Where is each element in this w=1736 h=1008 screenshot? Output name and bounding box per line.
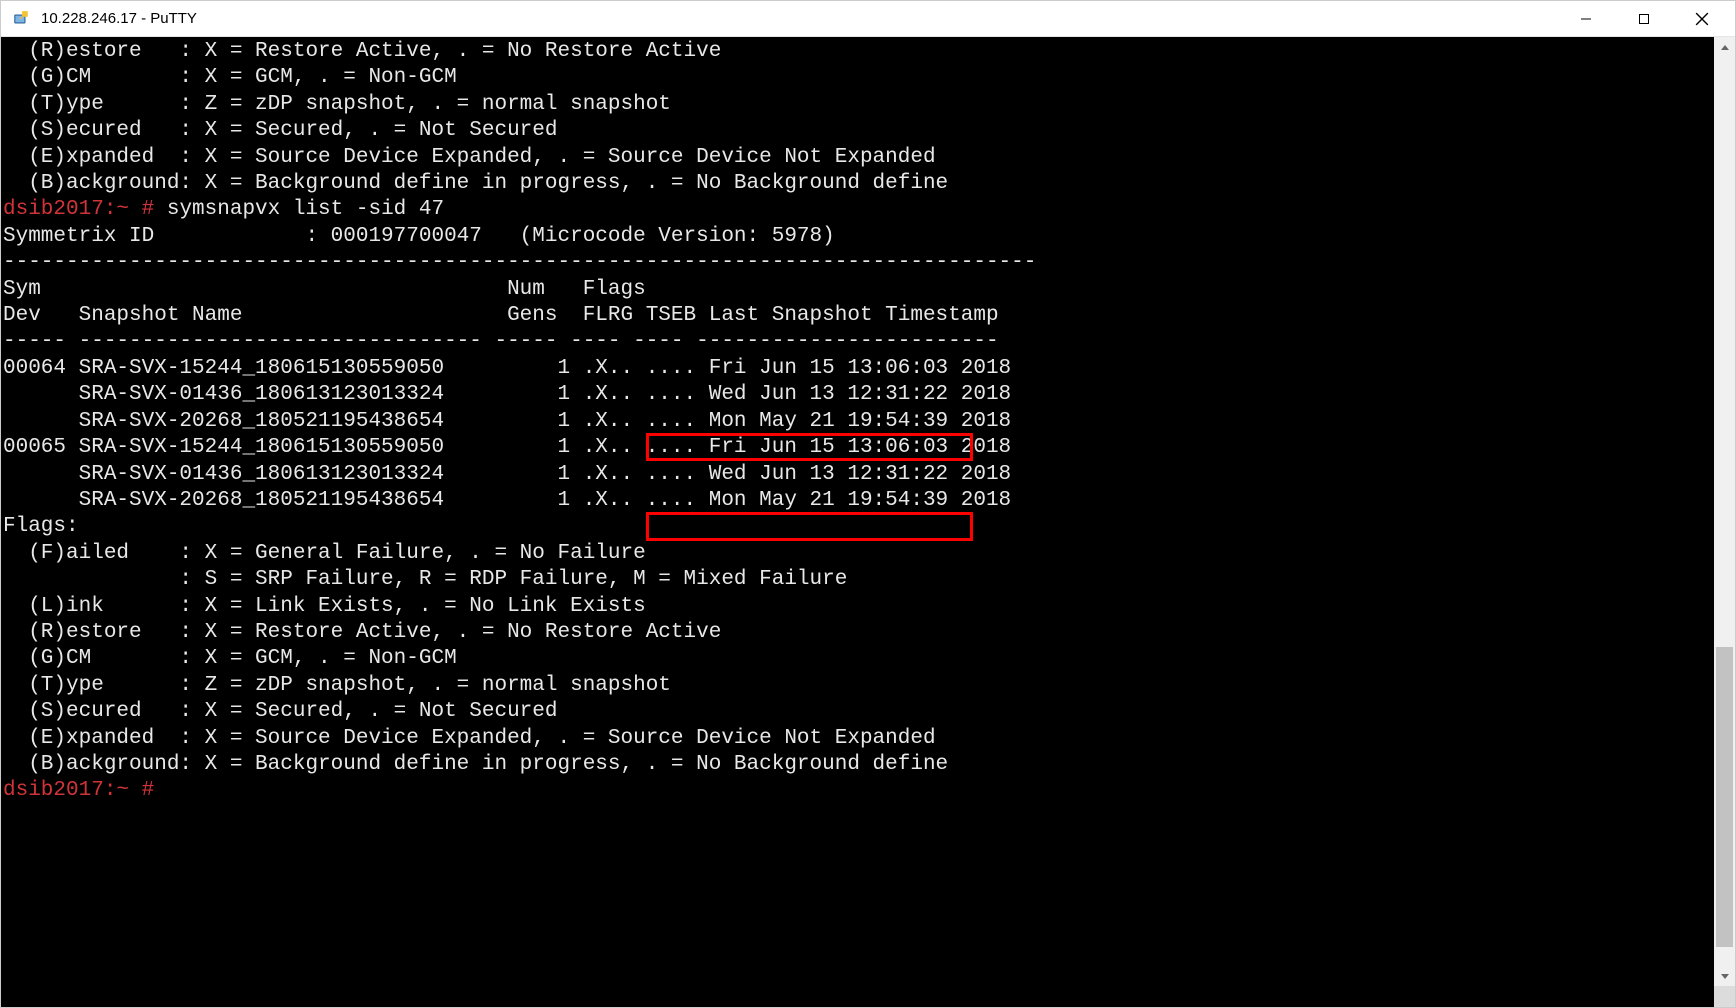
legend-line: (B)ackground: X = Background define in p… — [3, 752, 1714, 778]
symmetrix-id-line: Symmetrix ID : 000197700047 (Microcode V… — [3, 224, 1714, 250]
prompt-host: dsib2017:~ # — [3, 198, 154, 221]
window-title: 10.228.246.17 - PuTTY — [41, 10, 1557, 27]
legend-line: (E)xpanded : X = Source Device Expanded,… — [3, 145, 1714, 171]
flags-heading: Flags: — [3, 514, 1714, 540]
legend-line: (S)ecured : X = Secured, . = Not Secured — [3, 118, 1714, 144]
scroll-up-arrow[interactable] — [1714, 37, 1735, 58]
snapshot-row: 00064 SRA-SVX-15244_180615130559050 1 .X… — [3, 356, 1714, 382]
terminal[interactable]: (R)estore : X = Restore Active, . = No R… — [1, 37, 1714, 1007]
terminal-area: (R)estore : X = Restore Active, . = No R… — [1, 37, 1735, 1007]
snapshot-row: SRA-SVX-01436_180613123013324 1 .X.. ...… — [3, 462, 1714, 488]
table-header: Dev Snapshot Name Gens FLRG TSEB Last Sn… — [3, 303, 1714, 329]
snapshot-row: SRA-SVX-01436_180613123013324 1 .X.. ...… — [3, 382, 1714, 408]
legend-line: (R)estore : X = Restore Active, . = No R… — [3, 620, 1714, 646]
divider: ----- -------------------------------- -… — [3, 329, 1714, 355]
legend-line: (L)ink : X = Link Exists, . = No Link Ex… — [3, 594, 1714, 620]
snapshot-row: SRA-SVX-20268_180521195438654 1 .X.. ...… — [3, 409, 1714, 435]
prompt-line: dsib2017:~ # — [3, 778, 1714, 804]
legend-line: (E)xpanded : X = Source Device Expanded,… — [3, 726, 1714, 752]
snapshot-row: 00065 SRA-SVX-15244_180615130559050 1 .X… — [3, 435, 1714, 461]
legend-line: (G)CM : X = GCM, . = Non-GCM — [3, 646, 1714, 672]
title-bar[interactable]: 10.228.246.17 - PuTTY — [1, 1, 1735, 37]
legend-line: (F)ailed : X = General Failure, . = No F… — [3, 541, 1714, 567]
snapshot-row: SRA-SVX-20268_180521195438654 1 .X.. ...… — [3, 488, 1714, 514]
putty-window: 10.228.246.17 - PuTTY (R)estore : X = Re… — [0, 0, 1736, 1008]
command-line: dsib2017:~ # symsnapvx list -sid 47 — [3, 197, 1714, 223]
scrollbar-thumb[interactable] — [1716, 647, 1733, 947]
maximize-button[interactable] — [1615, 1, 1673, 36]
putty-icon — [11, 9, 31, 29]
legend-line: (T)ype : Z = zDP snapshot, . = normal sn… — [3, 673, 1714, 699]
prompt-host: dsib2017:~ # — [3, 779, 154, 802]
scroll-down-arrow[interactable] — [1714, 965, 1735, 986]
legend-line: (G)CM : X = GCM, . = Non-GCM — [3, 65, 1714, 91]
legend-line: : S = SRP Failure, R = RDP Failure, M = … — [3, 567, 1714, 593]
vertical-scrollbar[interactable] — [1714, 37, 1735, 1007]
legend-line: (R)estore : X = Restore Active, . = No R… — [3, 39, 1714, 65]
divider: ----------------------------------------… — [3, 250, 1714, 276]
window-controls — [1557, 1, 1731, 36]
legend-line: (B)ackground: X = Background define in p… — [3, 171, 1714, 197]
legend-line: (S)ecured : X = Secured, . = Not Secured — [3, 699, 1714, 725]
close-button[interactable] — [1673, 1, 1731, 36]
minimize-button[interactable] — [1557, 1, 1615, 36]
legend-line: (T)ype : Z = zDP snapshot, . = normal sn… — [3, 92, 1714, 118]
scrollbar-corner — [1714, 986, 1735, 1007]
table-header: Sym Num Flags — [3, 277, 1714, 303]
